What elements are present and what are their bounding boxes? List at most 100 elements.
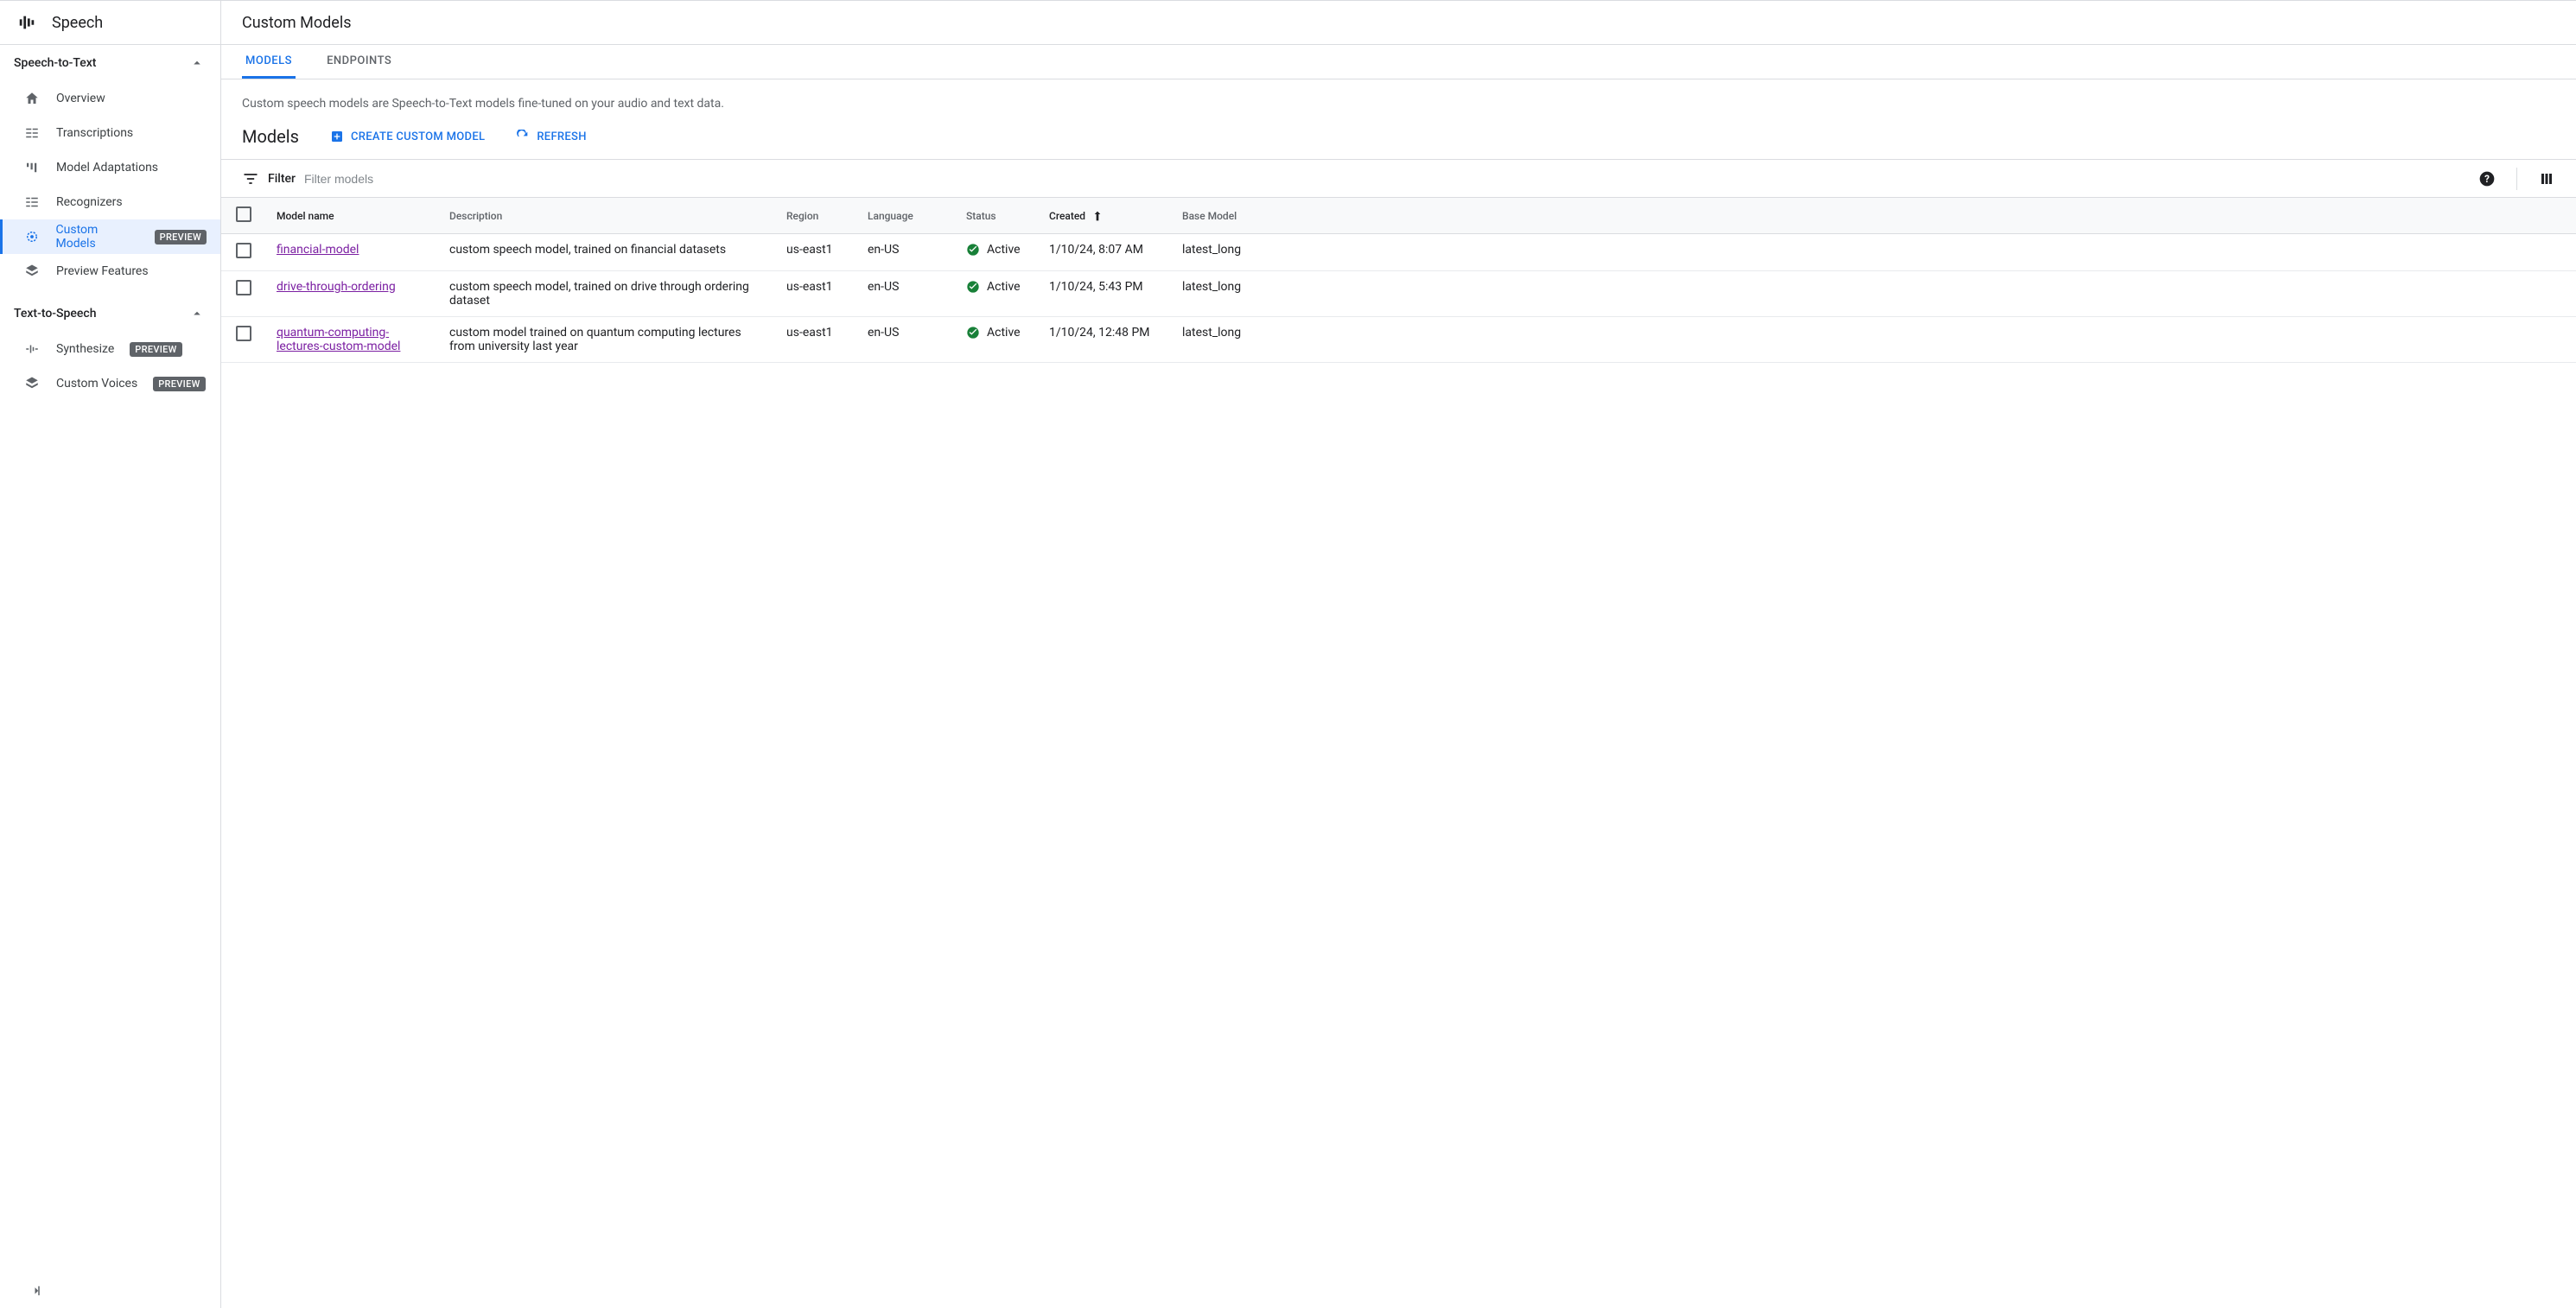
- model-name-link[interactable]: quantum-computing-lectures-custom-model: [277, 326, 400, 353]
- sidebar-item-synthesize[interactable]: Synthesize PREVIEW: [0, 332, 220, 366]
- column-header-base-model[interactable]: Base Model: [1172, 198, 2576, 234]
- tab-endpoints[interactable]: ENDPOINTS: [323, 45, 395, 79]
- button-label: CREATE CUSTOM MODEL: [351, 130, 485, 143]
- sidebar: Speech Speech-to-Text Overview Transcrip…: [0, 0, 221, 1308]
- product-header: Speech: [0, 0, 220, 45]
- chevron-up-icon: [189, 306, 205, 321]
- adaptations-icon: [23, 160, 41, 175]
- add-box-icon: [330, 130, 344, 143]
- layers-icon: [23, 264, 41, 279]
- recognizers-icon: [23, 194, 41, 210]
- sidebar-item-label: Recognizers: [56, 195, 123, 209]
- layers-icon: [23, 376, 41, 391]
- row-checkbox[interactable]: [236, 243, 251, 258]
- sort-ascending-icon: [1091, 209, 1104, 223]
- status-label: Active: [987, 326, 1021, 340]
- filter-label: Filter: [268, 172, 296, 186]
- preview-badge: PREVIEW: [155, 230, 207, 244]
- transcriptions-icon: [23, 125, 41, 141]
- sidebar-item-label: Preview Features: [56, 264, 149, 278]
- preview-badge: PREVIEW: [130, 342, 181, 357]
- section-title: Models: [242, 126, 299, 147]
- cell-created: 1/10/24, 5:43 PM: [1039, 271, 1172, 317]
- sidebar-item-label: Custom Voices: [56, 377, 137, 390]
- page-description: Custom speech models are Speech-to-Text …: [221, 79, 2576, 111]
- filter-icon: [242, 170, 259, 187]
- row-checkbox[interactable]: [236, 326, 251, 341]
- sidebar-item-custom-models[interactable]: Custom Models PREVIEW: [0, 219, 220, 254]
- button-label: REFRESH: [537, 130, 586, 143]
- check-circle-icon: [966, 326, 980, 340]
- sidebar-item-model-adaptations[interactable]: Model Adaptations: [0, 150, 220, 185]
- check-circle-icon: [966, 280, 980, 294]
- status-label: Active: [987, 243, 1021, 257]
- product-name: Speech: [52, 14, 103, 32]
- column-header-region[interactable]: Region: [776, 198, 857, 234]
- select-all-checkbox[interactable]: [236, 206, 251, 222]
- sidebar-item-label: Custom Models: [56, 223, 139, 251]
- nav-section-speech-to-text[interactable]: Speech-to-Text: [0, 45, 220, 81]
- cell-language: en-US: [857, 234, 956, 271]
- column-header-created[interactable]: Created: [1039, 198, 1172, 234]
- table-row: financial-model custom speech model, trai…: [221, 234, 2576, 271]
- cell-description: custom model trained on quantum computin…: [439, 317, 776, 363]
- sidebar-item-overview[interactable]: Overview: [0, 81, 220, 116]
- table-row: drive-through-ordering custom speech mode…: [221, 271, 2576, 317]
- check-circle-icon: [966, 243, 980, 257]
- row-checkbox[interactable]: [236, 280, 251, 295]
- nav-section-text-to-speech[interactable]: Text-to-Speech: [0, 295, 220, 332]
- create-custom-model-button[interactable]: CREATE CUSTOM MODEL: [330, 130, 485, 143]
- cell-language: en-US: [857, 317, 956, 363]
- page-title: Custom Models: [221, 0, 2576, 45]
- tab-models[interactable]: MODELS: [242, 45, 296, 79]
- cell-description: custom speech model, trained on drive th…: [439, 271, 776, 317]
- sidebar-item-label: Overview: [56, 92, 105, 105]
- models-table: Model name Description Region Language S…: [221, 198, 2576, 363]
- sidebar-item-label: Model Adaptations: [56, 161, 158, 175]
- nav-section-label: Text-to-Speech: [14, 307, 96, 321]
- nav-section-label: Speech-to-Text: [14, 56, 96, 70]
- refresh-icon: [516, 130, 530, 143]
- cell-description: custom speech model, trained on financia…: [439, 234, 776, 271]
- cell-base-model: latest_long: [1172, 234, 2576, 271]
- column-label: Created: [1049, 210, 1085, 222]
- tabs: MODELS ENDPOINTS: [221, 45, 2576, 79]
- table-row: quantum-computing-lectures-custom-model c…: [221, 317, 2576, 363]
- cell-base-model: latest_long: [1172, 271, 2576, 317]
- column-header-language[interactable]: Language: [857, 198, 956, 234]
- sidebar-item-preview-features[interactable]: Preview Features: [0, 254, 220, 289]
- collapse-sidebar-icon[interactable]: [21, 1275, 52, 1306]
- sidebar-item-transcriptions[interactable]: Transcriptions: [0, 116, 220, 150]
- chevron-up-icon: [189, 55, 205, 71]
- cell-region: us-east1: [776, 271, 857, 317]
- column-header-description[interactable]: Description: [439, 198, 776, 234]
- refresh-button[interactable]: REFRESH: [516, 130, 586, 143]
- cell-status: Active: [966, 280, 1028, 294]
- cell-status: Active: [966, 326, 1028, 340]
- cell-base-model: latest_long: [1172, 317, 2576, 363]
- preview-badge: PREVIEW: [153, 377, 205, 391]
- model-name-link[interactable]: drive-through-ordering: [277, 280, 396, 294]
- column-header-name[interactable]: Model name: [266, 198, 439, 234]
- column-settings-icon[interactable]: [2531, 163, 2562, 194]
- status-label: Active: [987, 280, 1021, 294]
- sidebar-item-recognizers[interactable]: Recognizers: [0, 185, 220, 219]
- filter-input[interactable]: [304, 168, 2463, 189]
- cell-created: 1/10/24, 8:07 AM: [1039, 234, 1172, 271]
- main-content: Custom Models MODELS ENDPOINTS Custom sp…: [221, 0, 2576, 1308]
- cell-region: us-east1: [776, 234, 857, 271]
- cell-status: Active: [966, 243, 1028, 257]
- divider: [2516, 168, 2517, 190]
- sidebar-item-label: Transcriptions: [56, 126, 133, 140]
- custom-models-icon: [23, 229, 41, 244]
- speech-logo-icon: [17, 13, 36, 32]
- cell-region: us-east1: [776, 317, 857, 363]
- home-icon: [23, 91, 41, 106]
- sidebar-item-custom-voices[interactable]: Custom Voices PREVIEW: [0, 366, 220, 401]
- model-name-link[interactable]: financial-model: [277, 243, 359, 257]
- sidebar-item-label: Synthesize: [56, 342, 114, 356]
- cell-created: 1/10/24, 12:48 PM: [1039, 317, 1172, 363]
- column-header-status[interactable]: Status: [956, 198, 1039, 234]
- help-icon[interactable]: ?: [2471, 163, 2503, 194]
- synthesize-icon: [23, 341, 41, 357]
